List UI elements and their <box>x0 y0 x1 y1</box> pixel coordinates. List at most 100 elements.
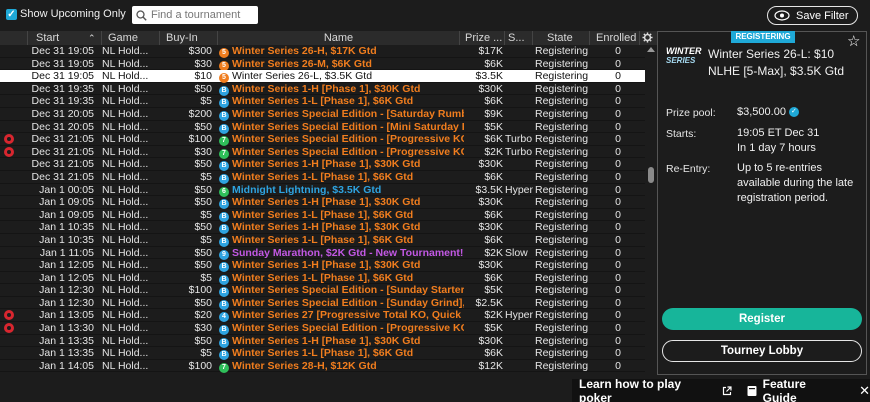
table-row[interactable]: Dec 31 19:05 NL Hold... $30 5 Winter Series … <box>0 58 645 71</box>
cell-badge: B <box>219 284 231 298</box>
cell-enrolled: 0 <box>615 296 621 309</box>
cell-buyin: $20 <box>194 309 212 322</box>
cell-buyin: $200 <box>188 107 212 120</box>
prize-pool-label: Prize pool: <box>666 107 716 119</box>
search-box[interactable] <box>132 6 258 24</box>
external-link-icon[interactable] <box>722 385 732 396</box>
bounty-indicator-icon <box>4 323 14 334</box>
cell-name: Winter Series 26-H, $17K Gtd <box>232 45 377 57</box>
table-row[interactable]: Jan 1 10:35 NL Hold... $5 B Winter Series 1-… <box>0 234 645 247</box>
tournament-type-icon: B <box>219 161 229 172</box>
table-row[interactable]: Jan 1 09:05 NL Hold... $50 B Winter Series 1… <box>0 196 645 210</box>
table-row[interactable]: Dec 31 21:05 NL Hold... $5 B Winter Series 1… <box>0 171 645 184</box>
table-row[interactable]: Jan 1 13:05 NL Hold... $20 4 Winter Series 2… <box>0 309 645 323</box>
cell-name: Winter Series 26-L, $3.5K Gtd <box>232 70 373 83</box>
table-row[interactable]: Dec 31 19:35 NL Hold... $50 B Winter Series … <box>0 83 645 96</box>
table-row[interactable]: Jan 1 13:35 NL Hold... $50 B Winter Series 1… <box>0 335 645 348</box>
column-header-prize[interactable]: Prize ... <box>460 31 505 45</box>
column-header-speed[interactable]: S... <box>505 31 533 45</box>
cell-prize: $30K <box>478 221 503 234</box>
column-settings-button[interactable] <box>642 31 656 45</box>
table-row[interactable]: Dec 31 19:05 NL Hold... $300 5 Winter Series… <box>0 45 645 58</box>
cell-badge: B <box>219 234 231 247</box>
cell-badge: B <box>219 322 231 336</box>
cell-enrolled: 0 <box>615 309 621 322</box>
table-row[interactable]: Jan 1 11:05 NL Hold... $50 9 Sunday Marathon… <box>0 247 645 260</box>
favorite-star-icon[interactable]: ☆ <box>847 32 860 50</box>
bounty-indicator-icon <box>4 310 14 321</box>
show-upcoming-toggle[interactable]: ✓ Show Upcoming Only <box>6 8 126 20</box>
column-header-start[interactable]: Start ⌃ <box>28 31 102 45</box>
feature-guide-link[interactable]: Feature Guide <box>763 377 843 402</box>
close-icon[interactable]: ✕ <box>859 383 870 399</box>
table-row[interactable]: Jan 1 09:05 NL Hold... $5 B Winter Series 1-… <box>0 209 645 222</box>
cell-badge: B <box>219 347 231 361</box>
cell-game: NL Hold... <box>102 296 149 309</box>
cell-name: Winter Series 1-L [Phase 1], $6K Gtd <box>232 170 414 183</box>
scrollbar-thumb[interactable] <box>648 167 654 183</box>
cell-game: NL Hold... <box>102 70 149 83</box>
cell-start: Dec 31 20:05 <box>31 120 94 133</box>
show-upcoming-label: Show Upcoming Only <box>20 8 126 20</box>
table-scrollbar[interactable] <box>645 45 657 375</box>
table-row[interactable]: Jan 1 14:05 NL Hold... $100 7 Winter Series … <box>0 360 645 373</box>
table-header: Start ⌃ Game Buy-In Name Prize ... S... … <box>0 31 657 45</box>
search-input[interactable] <box>151 9 255 21</box>
cell-enrolled: 0 <box>615 45 621 57</box>
cell-state: Registering <box>535 359 589 372</box>
table-row[interactable]: Dec 31 21:05 NL Hold... $50 B Winter Series … <box>0 158 645 172</box>
tournament-type-icon: B <box>219 173 229 184</box>
cell-enrolled: 0 <box>615 284 621 297</box>
cell-buyin: $5 <box>200 170 212 183</box>
cell-enrolled: 0 <box>615 95 621 108</box>
column-header-name[interactable]: Name <box>218 31 460 45</box>
table-body: Dec 31 19:05 NL Hold... $300 5 Winter Series… <box>0 45 645 373</box>
column-header-enrolled[interactable]: Enrolled <box>590 31 640 45</box>
tournament-type-icon: 6 <box>219 186 229 197</box>
table-row[interactable]: Jan 1 12:30 NL Hold... $100 B Winter Series … <box>0 284 645 298</box>
status-badge: REGISTERING <box>731 31 795 43</box>
tournament-type-icon: B <box>219 199 229 210</box>
cell-game: NL Hold... <box>102 208 149 221</box>
cell-start: Jan 1 12:05 <box>39 271 94 284</box>
table-row[interactable]: Jan 1 12:05 NL Hold... $5 B Winter Series 1-… <box>0 272 645 285</box>
cell-state: Registering <box>535 57 589 70</box>
tournament-type-icon: B <box>219 274 229 285</box>
column-header-game[interactable]: Game <box>102 31 160 45</box>
table-row[interactable]: Jan 1 12:30 NL Hold... $50 B Winter Series S… <box>0 297 645 310</box>
cell-state: Registering <box>535 208 589 221</box>
cell-game: NL Hold... <box>102 284 149 297</box>
register-button[interactable]: Register <box>662 308 862 330</box>
column-header-state[interactable]: State <box>533 31 590 45</box>
table-row[interactable]: Dec 31 20:05 NL Hold... $50 B Winter Series … <box>0 121 645 134</box>
cell-name: Winter Series 1-H [Phase 1], $30K Gtd <box>232 259 421 272</box>
table-row[interactable]: Jan 1 00:05 NL Hold... $50 6 Midnight Lightn… <box>0 184 645 197</box>
cell-enrolled: 0 <box>615 322 621 335</box>
cell-state: Registering <box>535 322 589 335</box>
table-row[interactable]: Jan 1 13:30 NL Hold... $30 B Winter Series S… <box>0 322 645 336</box>
table-row[interactable]: Dec 31 19:05 NL Hold... $10 5 Winter Series … <box>0 70 645 84</box>
learn-poker-link[interactable]: Learn how to play poker <box>579 377 717 402</box>
cell-game: NL Hold... <box>102 271 149 284</box>
table-row[interactable]: Jan 1 13:35 NL Hold... $5 B Winter Series 1-… <box>0 347 645 361</box>
cell-prize: $6K <box>484 233 503 246</box>
table-row[interactable]: Dec 31 21:05 NL Hold... $100 7 Winter Series… <box>0 133 645 147</box>
cell-badge: B <box>219 95 231 109</box>
table-row[interactable]: Dec 31 19:35 NL Hold... $5 B Winter Series 1… <box>0 95 645 109</box>
checkbox-checked-icon[interactable]: ✓ <box>6 8 17 20</box>
cell-prize: $30K <box>478 82 503 95</box>
save-filter-button[interactable]: Save Filter <box>767 6 858 25</box>
cell-prize: $9K <box>484 107 503 120</box>
column-header-buyin[interactable]: Buy-In <box>160 31 218 45</box>
cell-state: Registering <box>535 334 589 347</box>
table-row[interactable]: Jan 1 10:35 NL Hold... $50 B Winter Series 1… <box>0 221 645 235</box>
table-row[interactable]: Jan 1 12:05 NL Hold... $50 B Winter Series 1… <box>0 259 645 273</box>
cell-prize: $5K <box>484 322 503 335</box>
cell-prize: $30K <box>478 334 503 347</box>
table-row[interactable]: Dec 31 20:05 NL Hold... $200 B Winter Series… <box>0 108 645 121</box>
table-row[interactable]: Dec 31 21:05 NL Hold... $30 7 Winter Series … <box>0 146 645 159</box>
tournament-type-icon: 5 <box>219 48 229 58</box>
scroll-up-arrow-icon[interactable] <box>647 47 655 52</box>
cell-name: Winter Series 28-H, $12K Gtd <box>232 359 377 372</box>
tourney-lobby-button[interactable]: Tourney Lobby <box>662 340 862 362</box>
